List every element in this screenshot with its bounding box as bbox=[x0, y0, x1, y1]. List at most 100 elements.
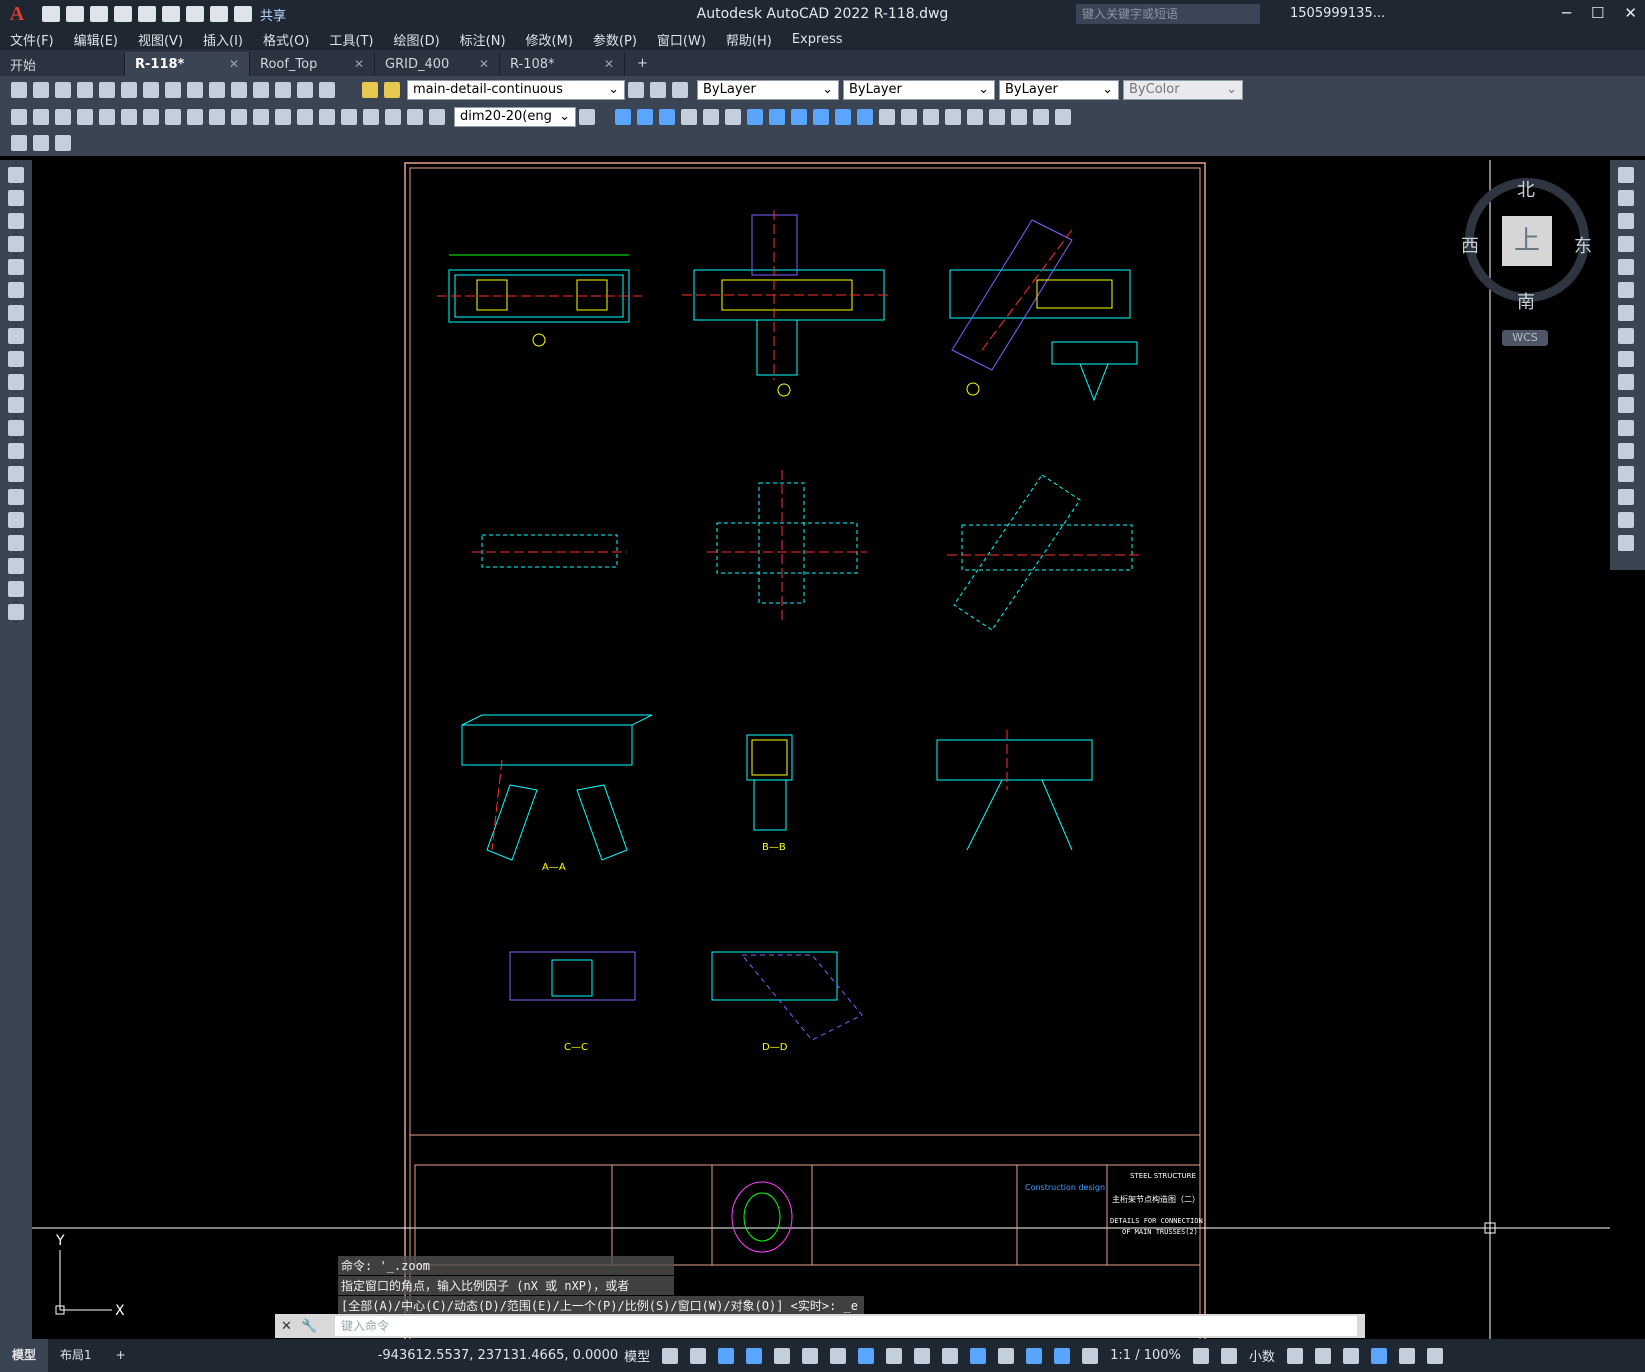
revcloud-icon[interactable] bbox=[8, 328, 24, 344]
open-icon[interactable] bbox=[33, 81, 49, 98]
block-editor-icon[interactable] bbox=[11, 135, 27, 151]
align-icon[interactable] bbox=[681, 108, 697, 125]
jogged-linear-icon[interactable] bbox=[363, 108, 379, 125]
imprint-icon[interactable] bbox=[945, 108, 961, 125]
linetype-dropdown[interactable]: ByLayer ⌄ bbox=[843, 79, 995, 100]
move-icon[interactable] bbox=[1618, 282, 1634, 298]
gizmo-icon[interactable] bbox=[1054, 1347, 1071, 1364]
baseline-icon[interactable] bbox=[209, 108, 225, 125]
table-icon[interactable] bbox=[8, 558, 24, 574]
units-selector[interactable]: 小数 bbox=[1243, 1346, 1281, 1365]
revolve-icon[interactable] bbox=[769, 108, 785, 125]
copy-icon[interactable] bbox=[1618, 190, 1634, 206]
annotation-visibility-icon[interactable] bbox=[1082, 1347, 1099, 1364]
undo-icon[interactable] bbox=[210, 6, 228, 22]
radius-icon[interactable] bbox=[99, 108, 115, 125]
point-icon[interactable] bbox=[8, 466, 24, 482]
stretch-icon[interactable] bbox=[1618, 351, 1634, 367]
isolate-objects-icon[interactable] bbox=[1342, 1347, 1359, 1364]
mirror-icon[interactable] bbox=[1618, 213, 1634, 229]
extend-icon[interactable] bbox=[1618, 397, 1634, 413]
open-icon[interactable] bbox=[66, 6, 84, 22]
arc-icon[interactable] bbox=[8, 282, 24, 298]
layer-properties-icon[interactable] bbox=[628, 81, 644, 98]
add-layout-icon[interactable]: + bbox=[104, 1339, 138, 1372]
ellipse-icon[interactable] bbox=[8, 374, 24, 390]
sweep-icon[interactable] bbox=[791, 108, 807, 125]
aligned-dimension-icon[interactable] bbox=[33, 108, 49, 125]
fillet-edge-icon[interactable] bbox=[901, 108, 917, 125]
save-icon[interactable] bbox=[90, 6, 108, 22]
menu-view[interactable]: 视图(V) bbox=[128, 30, 193, 49]
lock-ui-icon[interactable] bbox=[1314, 1347, 1331, 1364]
maximize-icon[interactable]: ☐ bbox=[1591, 4, 1604, 22]
interfere-icon[interactable] bbox=[1055, 108, 1071, 125]
object-snap-icon[interactable] bbox=[858, 1347, 875, 1364]
solid-box-icon[interactable] bbox=[615, 108, 631, 125]
close-icon[interactable]: ✕ bbox=[354, 57, 364, 71]
ordinate-icon[interactable] bbox=[77, 108, 93, 125]
lineweight-icon[interactable] bbox=[886, 1347, 903, 1364]
polygon-icon[interactable] bbox=[8, 236, 24, 252]
customization-menu-icon[interactable] bbox=[1426, 1347, 1443, 1364]
ortho-icon[interactable] bbox=[746, 1347, 763, 1364]
layer-thaw-icon[interactable] bbox=[384, 81, 400, 98]
layer-dropdown[interactable]: main-detail-continuous ⌄ bbox=[407, 79, 625, 100]
menu-dimension[interactable]: 标注(N) bbox=[450, 30, 516, 49]
quick-properties-icon[interactable] bbox=[1286, 1347, 1303, 1364]
redo-icon[interactable] bbox=[234, 6, 252, 22]
explode-icon[interactable] bbox=[1618, 535, 1634, 551]
loft-icon[interactable] bbox=[813, 108, 829, 125]
array-icon[interactable] bbox=[1618, 259, 1634, 275]
snap-icon[interactable] bbox=[690, 1347, 707, 1364]
menu-file[interactable]: 文件(F) bbox=[0, 30, 64, 49]
thicken-icon[interactable] bbox=[1033, 108, 1049, 125]
spline-icon[interactable] bbox=[8, 351, 24, 367]
plotstyle-dropdown[interactable]: ByColor ⌄ bbox=[1123, 79, 1243, 100]
polyline-icon[interactable] bbox=[8, 213, 24, 229]
layer-manager-icon[interactable] bbox=[55, 135, 71, 151]
properties-icon[interactable] bbox=[297, 81, 313, 98]
annotation-scale[interactable]: 1:1 / 100% bbox=[1104, 1348, 1187, 1363]
help-icon[interactable] bbox=[319, 81, 335, 98]
layer-on-icon[interactable] bbox=[362, 81, 378, 98]
dimension-text-edit-icon[interactable] bbox=[407, 108, 423, 125]
slice-icon[interactable] bbox=[835, 108, 851, 125]
construction-line-icon[interactable] bbox=[8, 190, 24, 206]
offset-icon[interactable] bbox=[1618, 236, 1634, 252]
rotate-3d-icon[interactable] bbox=[725, 108, 741, 125]
save-web-icon[interactable] bbox=[162, 6, 180, 22]
tab-r118[interactable]: R-118* ✕ bbox=[125, 52, 250, 76]
color-dropdown[interactable]: ByLayer ⌄ bbox=[697, 79, 839, 100]
circle-icon[interactable] bbox=[8, 305, 24, 321]
menu-modify[interactable]: 修改(M) bbox=[516, 30, 583, 49]
workspace-gear-icon[interactable] bbox=[1192, 1347, 1209, 1364]
quick-dimension-icon[interactable] bbox=[187, 108, 203, 125]
region-icon[interactable] bbox=[8, 535, 24, 551]
fillet-icon[interactable] bbox=[1618, 489, 1634, 505]
save-as-icon[interactable] bbox=[114, 6, 132, 22]
extrude-icon[interactable] bbox=[747, 108, 763, 125]
clean-screen-icon[interactable] bbox=[1398, 1347, 1415, 1364]
preview-icon[interactable] bbox=[99, 81, 115, 98]
zoom-icon[interactable] bbox=[275, 81, 291, 98]
rectangle-icon[interactable] bbox=[8, 259, 24, 275]
menu-draw[interactable]: 绘图(D) bbox=[384, 30, 450, 49]
command-input[interactable]: 键入命令 bbox=[335, 1316, 1357, 1336]
plot-icon[interactable] bbox=[77, 81, 93, 98]
tab-r108[interactable]: R-108* ✕ bbox=[500, 52, 625, 76]
layer-match-icon[interactable] bbox=[672, 81, 688, 98]
insert-block-icon[interactable] bbox=[33, 135, 49, 151]
viewcube-west[interactable]: 西 bbox=[1461, 232, 1479, 258]
solid-subtract-icon[interactable] bbox=[659, 108, 675, 125]
make-block-icon[interactable] bbox=[8, 443, 24, 459]
insert-block-icon[interactable] bbox=[8, 420, 24, 436]
model-space-toggle[interactable]: 模型 bbox=[618, 1346, 656, 1365]
check-icon[interactable] bbox=[1011, 108, 1027, 125]
menu-parametric[interactable]: 参数(P) bbox=[583, 30, 647, 49]
copy-icon[interactable] bbox=[165, 81, 181, 98]
undo-icon[interactable] bbox=[209, 81, 225, 98]
dynamic-ucs-icon[interactable] bbox=[998, 1347, 1015, 1364]
tab-roof-top[interactable]: Roof_Top ✕ bbox=[250, 52, 375, 76]
line-icon[interactable] bbox=[8, 167, 24, 183]
